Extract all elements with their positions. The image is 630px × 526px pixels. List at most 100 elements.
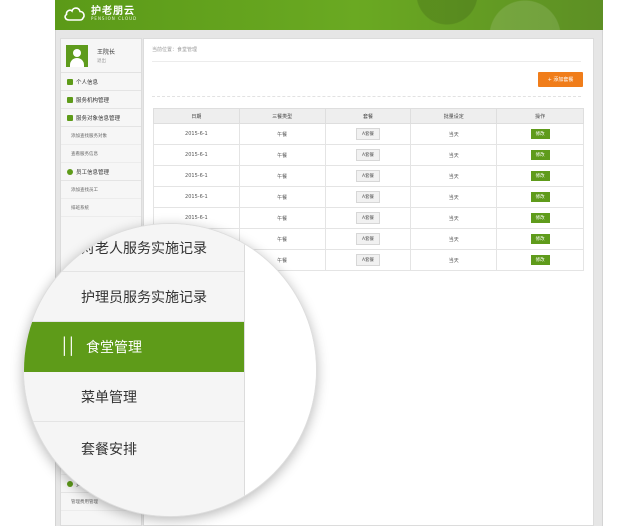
cell-date: 2015-6-1 — [153, 165, 240, 187]
cell-action: 修改 — [496, 207, 584, 229]
sidebar-menu: 个人信息服务机构管理服务对象信息管理添加查找服务对象 查看服务信息员工信息管理添加… — [61, 73, 141, 217]
table-row: 2015-6-1 午餐 A套餐 当天 修改 — [153, 165, 584, 187]
magnifier-menu-item[interactable]: 护理员服务实施记录 — [24, 272, 244, 322]
table-header-row: 日期 三餐类型 套餐 批量设定 操作 — [153, 108, 584, 124]
edit-button[interactable]: 修改 — [530, 129, 550, 139]
cell-text: 2015-6-1 — [185, 152, 208, 158]
cell-text: 当天 — [448, 257, 459, 264]
cell-text: 当天 — [448, 215, 459, 222]
breadcrumb: 当前位置：食堂管理 — [152, 47, 198, 53]
col-set-meal: 套餐 — [324, 108, 412, 124]
cell-meal-type: 午餐 — [238, 186, 326, 208]
sidebar-item-label: 员工信息管理 — [76, 169, 110, 176]
edit-button[interactable]: 修改 — [530, 171, 550, 181]
edit-button[interactable]: 修改 — [530, 213, 550, 223]
user-panel: 王院长 退出 — [61, 39, 141, 73]
cell-set-meal: A套餐 — [324, 207, 412, 229]
cell-batch: 当天 — [410, 207, 498, 229]
cell-set-meal: A套餐 — [324, 249, 412, 271]
sidebar-subitem[interactable]: 添加查找服务对象 — [61, 127, 141, 145]
sidebar-item[interactable]: 服务对象信息管理 — [61, 109, 141, 127]
magnifier-callout: 对老人服务实施记录护理员服务实施记录 ││ 食堂管理 菜单管理套餐安排 — [23, 223, 317, 517]
cell-text: 2015-6-1 — [185, 215, 208, 221]
table-row: 2015-6-1 午餐 A套餐 当天 修改 — [153, 144, 584, 166]
set-meal-tag: A套餐 — [355, 254, 381, 266]
sidebar-item[interactable]: 个人信息 — [61, 73, 141, 91]
cell-text: 2015-6-1 — [185, 194, 208, 200]
sidebar-item-label: 排班系统 — [71, 205, 89, 211]
cloud-logo-icon — [64, 7, 85, 21]
magnifier-menu-item[interactable]: 对老人服务实施记录 — [24, 224, 244, 272]
top-header-bar: 护老朋云 PENSION CLOUD — [55, 0, 603, 30]
cell-meal-type: 午餐 — [238, 123, 326, 145]
cell-set-meal: A套餐 — [324, 123, 412, 145]
cell-text: 当天 — [448, 236, 459, 243]
sidebar-item-label: 服务机构管理 — [76, 97, 110, 104]
edit-button[interactable]: 修改 — [530, 234, 550, 244]
set-meal-tag: A套餐 — [355, 233, 381, 245]
magnifier-menu-item[interactable]: 菜单管理 — [24, 372, 244, 422]
set-meal-tag: A套餐 — [355, 149, 381, 161]
cell-text: 当天 — [448, 131, 459, 138]
magnifier-item-label: 护理员服务实施记录 — [81, 288, 207, 305]
divider — [152, 96, 581, 97]
edit-button[interactable]: 修改 — [530, 192, 550, 202]
cell-batch: 当天 — [410, 228, 498, 250]
cell-text: 当天 — [448, 173, 459, 180]
cell-batch: 当天 — [410, 123, 498, 145]
magnifier-content-area — [244, 224, 316, 516]
header-decoration — [343, 0, 603, 30]
divider — [152, 61, 581, 62]
col-meal-type: 三餐类型 — [238, 108, 326, 124]
cell-date: 2015-6-1 — [153, 144, 240, 166]
cell-text: 午餐 — [277, 173, 288, 180]
sidebar-item-label: 添加查找服务对象 — [71, 133, 107, 139]
sidebar-item[interactable]: 员工信息管理 — [61, 163, 141, 181]
list-icon — [67, 114, 73, 121]
cell-set-meal: A套餐 — [324, 144, 412, 166]
cell-action: 修改 — [496, 144, 584, 166]
edit-button[interactable]: 修改 — [530, 150, 550, 160]
magnifier-item-label: 套餐安排 — [81, 441, 137, 457]
edit-button[interactable]: 修改 — [530, 255, 550, 265]
sidebar-item[interactable]: 服务机构管理 — [61, 91, 141, 109]
col-date: 日期 — [153, 108, 240, 124]
person-icon — [67, 168, 73, 175]
magnifier-menu-item[interactable]: 套餐安排 — [24, 422, 244, 516]
building-icon — [67, 96, 73, 103]
cell-text: 午餐 — [277, 194, 288, 201]
table-row: 2015-6-1 午餐 A套餐 当天 修改 — [153, 123, 584, 145]
logo-subtitle: PENSION CLOUD — [91, 16, 138, 21]
cell-set-meal: A套餐 — [324, 228, 412, 250]
sidebar-subitem[interactable]: 添加查找员工 — [61, 181, 141, 199]
cell-action: 修改 — [496, 228, 584, 250]
cell-text: 2015-6-1 — [185, 131, 208, 137]
sidebar-subitem[interactable]: 排班系统 — [61, 199, 141, 217]
cell-batch: 当天 — [410, 144, 498, 166]
user-name: 王院长 — [97, 49, 116, 56]
sidebar-subitem[interactable]: 查看服务信息 — [61, 145, 141, 163]
cell-action: 修改 — [496, 123, 584, 145]
sidebar-item-label: 个人信息 — [76, 79, 99, 86]
cell-batch: 当天 — [410, 186, 498, 208]
cell-set-meal: A套餐 — [324, 186, 412, 208]
cell-text: 午餐 — [277, 131, 288, 138]
cell-date: 2015-6-1 — [153, 123, 240, 145]
set-meal-tag: A套餐 — [355, 128, 381, 140]
user-card-icon — [67, 78, 73, 85]
add-set-meal-button[interactable]: + 添加套餐 — [538, 72, 583, 87]
cell-meal-type: 午餐 — [238, 144, 326, 166]
cell-text: 午餐 — [277, 152, 288, 159]
app-logo[interactable]: 护老朋云 PENSION CLOUD — [63, 5, 137, 23]
cell-set-meal: A套餐 — [324, 165, 412, 187]
cell-text: 当天 — [448, 152, 459, 159]
sidebar-item-label: 查看服务信息 — [71, 151, 98, 157]
avatar — [66, 44, 88, 67]
fork-knife-icon: ││ — [60, 338, 77, 355]
logout-link[interactable]: 退出 — [97, 58, 115, 64]
cell-meal-type: 午餐 — [238, 165, 326, 187]
set-meal-tag: A套餐 — [355, 170, 381, 182]
magnifier-menu-item[interactable]: ││ 食堂管理 — [24, 322, 244, 372]
cell-text: 午餐 — [277, 215, 288, 222]
cell-batch: 当天 — [410, 249, 498, 271]
